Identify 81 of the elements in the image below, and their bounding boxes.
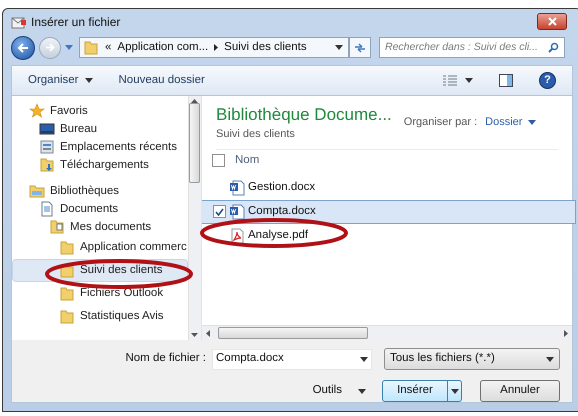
horizontal-scrollbar[interactable] (202, 325, 572, 340)
caret-icon (358, 388, 366, 394)
scroll-down-icon (191, 333, 198, 337)
help-button[interactable]: ? (539, 72, 556, 90)
library-title: Bibliothèque Docume... (216, 104, 392, 126)
view-options-button[interactable] (443, 74, 473, 87)
nav-item[interactable]: Favoris (12, 102, 188, 120)
checkmark-icon (215, 208, 224, 216)
filename-field[interactable]: Compta.docx (212, 348, 372, 370)
file-type-dropdown[interactable]: Tous les fichiers (*.*) (384, 348, 560, 370)
history-caret-icon[interactable] (65, 45, 73, 50)
chevron-right-icon (214, 44, 218, 52)
star-icon (29, 103, 45, 120)
refresh-icon (354, 42, 366, 54)
scrollbar-thumb[interactable] (218, 327, 368, 339)
column-header[interactable]: Nom (235, 152, 260, 170)
breadcrumb[interactable]: Suivi des clients (224, 39, 307, 56)
nav-item[interactable]: Bibliothèques (12, 182, 188, 200)
toolbar-button[interactable]: Nouveau dossier (118, 72, 205, 90)
document-folder-icon (49, 219, 65, 236)
monitor-icon (39, 121, 55, 138)
file-row[interactable]: Analyse.pdf (198, 224, 576, 248)
caret-icon (84, 78, 92, 84)
preview-pane-icon[interactable] (499, 74, 513, 88)
nav-item[interactable]: Application commerc (12, 236, 188, 260)
caret-icon (546, 356, 554, 362)
document-icon (39, 201, 55, 218)
nav-item[interactable]: Téléchargements (12, 156, 188, 174)
insert-split-button[interactable]: Insérer (382, 380, 462, 402)
nav-item[interactable]: Mes documents (12, 218, 188, 236)
arrange-label: Organiser par : (404, 115, 478, 130)
address-caret-icon (335, 45, 343, 50)
folder-icon (59, 308, 75, 325)
download-folder-icon (39, 157, 55, 174)
breadcrumb[interactable]: Application com... (117, 39, 208, 56)
file-name: Compta.docx (248, 204, 316, 220)
nav-item[interactable]: Emplacements récents (12, 138, 188, 156)
forward-arrow-icon (45, 43, 55, 52)
caret-icon (360, 356, 368, 362)
back-button[interactable] (11, 36, 35, 60)
window-title: Insérer un fichier (31, 14, 120, 31)
back-arrow-icon (17, 42, 29, 53)
vertical-scrollbar[interactable] (188, 96, 201, 340)
library-folder-icon (29, 183, 45, 200)
folder-icon (59, 240, 75, 256)
toolbar-button[interactable]: Organiser (28, 72, 92, 90)
file-row[interactable]: Gestion.docx (198, 176, 576, 200)
dialog-app-icon (11, 14, 27, 29)
checkbox[interactable] (212, 154, 225, 168)
nav-item[interactable]: Bureau (12, 120, 188, 138)
caret-icon (528, 120, 536, 125)
folder-icon (59, 286, 75, 302)
search-field[interactable]: Rechercher dans : Suivi des cli... (379, 37, 565, 58)
nav-item[interactable]: Documents (12, 200, 188, 218)
search-icon (548, 42, 559, 54)
close-icon (548, 17, 556, 26)
recent-places-icon (39, 139, 55, 156)
arrange-dropdown[interactable]: Dossier (485, 114, 536, 131)
view-list-icon (443, 74, 457, 87)
filename-label: Nom de fichier : (125, 351, 206, 366)
word-document-icon (229, 204, 245, 220)
tools-menu[interactable]: Outils (312, 382, 366, 400)
caret-icon (450, 388, 458, 394)
address-bar[interactable]: « Application com... Suivi des clients (79, 37, 349, 58)
word-document-icon (229, 180, 245, 196)
pdf-document-icon (229, 228, 245, 244)
scrollbar-thumb[interactable] (189, 103, 200, 184)
scroll-right-icon (564, 330, 568, 336)
breadcrumb[interactable]: « (105, 39, 112, 56)
checkbox[interactable] (213, 205, 226, 218)
file-name: Analyse.pdf (248, 228, 308, 244)
refresh-button[interactable] (349, 37, 371, 58)
library-subtitle: Suivi des clients (216, 127, 296, 142)
nav-item[interactable]: Fichiers Outlook (12, 282, 188, 306)
scroll-left-icon (206, 330, 210, 336)
folder-icon (83, 40, 99, 56)
file-name: Gestion.docx (248, 180, 316, 196)
nav-item[interactable]: Statistiques Avis (12, 305, 188, 328)
close-button[interactable] (537, 13, 567, 30)
cancel-button[interactable]: Annuler (480, 380, 560, 402)
caret-icon (465, 78, 473, 84)
